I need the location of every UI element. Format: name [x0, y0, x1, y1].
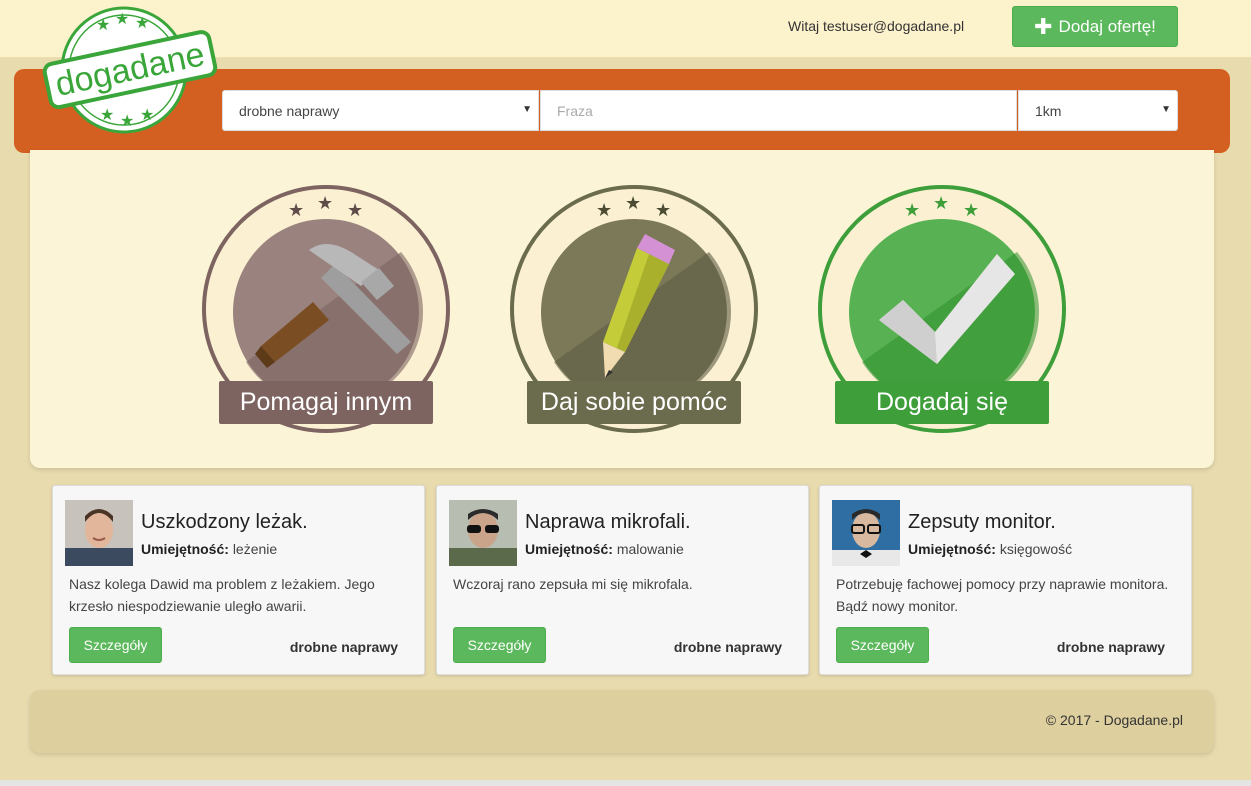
distance-select[interactable]: 1km ▼	[1018, 90, 1178, 131]
agree-badge[interactable]: ★ ★ ★ Dogadaj się	[817, 182, 1067, 440]
skill-value: malowanie	[616, 541, 684, 557]
avatar	[65, 500, 133, 566]
details-button[interactable]: Szczegóły	[453, 627, 546, 663]
skill-label: Umiejętność:	[141, 541, 229, 557]
help-others-label: Pomagaj innym	[219, 381, 433, 424]
svg-text:★: ★	[625, 193, 641, 213]
svg-text:★: ★	[655, 200, 671, 220]
add-offer-label: Dodaj ofertę!	[1058, 16, 1156, 36]
get-help-label: Daj sobie pomóc	[527, 381, 741, 424]
plus-icon: ✚	[1034, 13, 1053, 39]
dropdown-caret-icon: ▼	[522, 104, 532, 115]
offer-skill: Umiejętność: malowanie	[525, 541, 684, 557]
phrase-input[interactable]: Fraza	[540, 90, 1017, 131]
offer-category: drobne naprawy	[289, 639, 398, 655]
offer-title[interactable]: Uszkodzony leżak.	[141, 511, 308, 534]
svg-text:★: ★	[288, 200, 304, 220]
offer-description: Potrzebuję fachowej pomocy przy naprawie…	[836, 576, 1169, 614]
svg-text:★: ★	[120, 113, 134, 130]
category-select[interactable]: drobne naprawy ▼	[222, 90, 539, 131]
svg-text:★: ★	[96, 17, 110, 34]
svg-text:★: ★	[140, 107, 154, 124]
get-help-badge[interactable]: ★ ★ ★ Daj sobie pomóc	[509, 182, 759, 440]
offer-skill: Umiejętność: leżenie	[141, 541, 277, 557]
skill-value: leżenie	[232, 541, 278, 557]
svg-text:★: ★	[933, 193, 949, 213]
offer-title[interactable]: Zepsuty monitor.	[908, 511, 1056, 534]
svg-text:★: ★	[115, 11, 129, 28]
skill-label: Umiejętność:	[525, 541, 613, 557]
user-greeting: Witaj testuser@dogadane.pl	[788, 18, 965, 34]
svg-text:★: ★	[596, 200, 612, 220]
svg-text:★: ★	[135, 15, 149, 32]
offer-description: Nasz kolega Dawid ma problem z leżakiem.…	[69, 576, 375, 614]
offer-card: Uszkodzony leżak. Umiejętność: leżenie N…	[52, 485, 425, 675]
offer-title[interactable]: Naprawa mikrofali.	[525, 511, 691, 534]
distance-selected-value: 1km	[1035, 102, 1062, 119]
copyright-text: © 2017 - Dogadane.pl	[1045, 712, 1183, 728]
skill-label: Umiejętność:	[908, 541, 996, 557]
offer-card: Zepsuty monitor. Umiejętność: księgowość…	[819, 485, 1192, 675]
offer-skill: Umiejętność: księgowość	[908, 541, 1072, 557]
phrase-placeholder: Fraza	[557, 102, 593, 119]
svg-text:★: ★	[317, 193, 333, 213]
svg-text:★: ★	[904, 200, 920, 220]
details-button[interactable]: Szczegóły	[836, 627, 929, 663]
category-selected-value: drobne naprawy	[239, 102, 340, 119]
hero-panel: ★ ★ ★ Pomagaj innym ★ ★ ★ Daj sobie pomó…	[30, 150, 1214, 468]
details-button[interactable]: Szczegóły	[69, 627, 162, 663]
footer: © 2017 - Dogadane.pl	[30, 690, 1214, 753]
dropdown-caret-icon: ▼	[1161, 104, 1171, 115]
offer-description: Wczoraj rano zepsuła mi się mikrofala.	[453, 576, 693, 592]
svg-text:★: ★	[100, 107, 114, 124]
dogadane-logo[interactable]: ★ ★ ★ ★ ★ ★ dogadane	[38, 2, 218, 138]
offer-category: drobne naprawy	[1056, 639, 1165, 655]
avatar	[449, 500, 517, 566]
avatar	[832, 500, 900, 566]
add-offer-button[interactable]: ✚ Dodaj ofertę!	[1012, 6, 1178, 47]
help-others-badge[interactable]: ★ ★ ★ Pomagaj innym	[201, 182, 451, 440]
svg-text:★: ★	[347, 200, 363, 220]
bottom-strip	[0, 780, 1251, 786]
offer-category: drobne naprawy	[673, 639, 782, 655]
agree-label: Dogadaj się	[835, 381, 1049, 424]
svg-text:★: ★	[963, 200, 979, 220]
skill-value: księgowość	[999, 541, 1073, 557]
offer-card: Naprawa mikrofali. Umiejętność: malowani…	[436, 485, 809, 675]
